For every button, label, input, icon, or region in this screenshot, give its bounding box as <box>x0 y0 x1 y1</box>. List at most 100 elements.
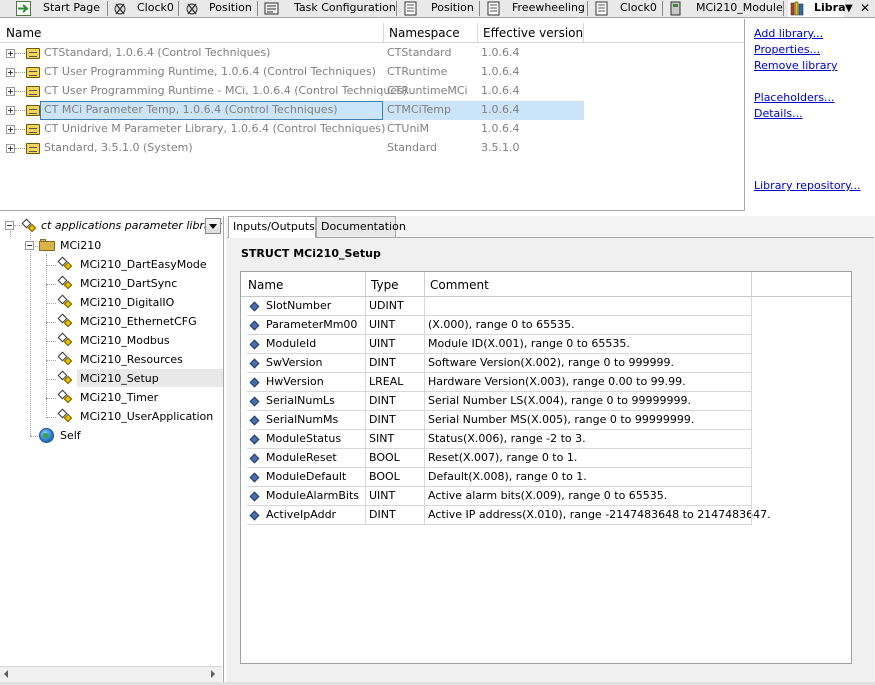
library-icon <box>26 124 40 135</box>
expand-icon[interactable] <box>6 106 15 115</box>
tab-label: Libra <box>814 1 846 14</box>
axis-icon <box>114 3 126 15</box>
library-row[interactable]: CTStandard, 1.0.6.4 (Control Techniques)… <box>0 44 590 63</box>
table-row[interactable]: ParameterMm00 UINT (X.000), range 0 to 6… <box>241 316 752 335</box>
library-name: Standard, 3.5.1.0 (System) <box>44 141 193 154</box>
collapse-icon[interactable] <box>5 221 14 230</box>
tree-folder[interactable]: MCi210 <box>0 237 150 255</box>
column-divider[interactable] <box>383 23 384 43</box>
tab-documentation[interactable]: Documentation <box>316 216 406 237</box>
tab-position[interactable]: Position <box>185 0 261 17</box>
expand-icon[interactable] <box>6 144 15 153</box>
expand-icon[interactable] <box>6 68 15 77</box>
tree-item[interactable]: MCi210_Timer <box>0 389 222 407</box>
library-repository-link[interactable]: Library repository... <box>754 179 861 192</box>
table-row[interactable]: SlotNumber UDINT <box>241 297 752 316</box>
member-comment: Hardware Version(X.003), range 0.00 to 9… <box>428 375 686 388</box>
table-row[interactable]: ModuleStatus SINT Status(X.006), range -… <box>241 430 752 449</box>
column-divider[interactable] <box>751 272 752 297</box>
close-icon[interactable]: ✕ <box>860 1 870 15</box>
tree-item-label: MCi210_Timer <box>80 391 159 404</box>
library-namespace: Standard <box>387 141 438 154</box>
library-version: 1.0.6.4 <box>481 65 520 78</box>
table-row[interactable]: SerialNumLs DINT Serial Number LS(X.004)… <box>241 392 752 411</box>
tree-item[interactable]: MCi210_Modbus <box>0 332 222 350</box>
member-type: BOOL <box>369 470 400 483</box>
tree-item[interactable]: MCi210_DartEasyMode <box>0 256 222 274</box>
library-namespace: CTStandard <box>387 46 452 59</box>
table-row[interactable]: ModuleDefault BOOL Default(X.008), range… <box>241 468 752 487</box>
library-row[interactable]: CT Unidrive M Parameter Library, 1.0.6.4… <box>0 120 590 139</box>
collapse-icon[interactable] <box>25 241 34 250</box>
library-name: CTStandard, 1.0.6.4 (Control Techniques) <box>44 46 271 59</box>
tab-freewheeling[interactable]: Freewheeling <box>486 0 586 17</box>
tab-library-manager[interactable]: Libra <box>788 0 846 17</box>
table-row[interactable]: ActiveIpAddr DINT Active IP address(X.01… <box>241 506 771 525</box>
table-row[interactable]: SerialNumMs DINT Serial Number MS(X.005)… <box>241 411 752 430</box>
table-row[interactable]: ModuleId UINT Module ID(X.001), range 0 … <box>241 335 752 354</box>
expand-icon[interactable] <box>6 49 15 58</box>
library-list-pane: Name Namespace Effective version CTStand… <box>0 19 745 211</box>
member-comment: (X.000), range 0 to 65535. <box>428 318 575 331</box>
tab-clock0[interactable]: Clock0 <box>113 0 183 17</box>
member-type: DINT <box>369 394 396 407</box>
tree-root[interactable]: ct applications parameter library <box>0 217 222 235</box>
table-row[interactable]: ModuleAlarmBits UINT Active alarm bits(X… <box>241 487 752 506</box>
library-row[interactable]: Standard, 3.5.1.0 (System) Standard 3.5.… <box>0 139 590 158</box>
tab-inputs-outputs[interactable]: Inputs/Outputs <box>228 216 316 238</box>
library-table-header: Name Namespace Effective version <box>0 23 744 43</box>
table-row[interactable]: SwVersion DINT Software Version(X.002), … <box>241 354 752 373</box>
tab-clock0-2[interactable]: Clock0 <box>594 0 660 17</box>
library-row[interactable]: CT User Programming Runtime - MCi, 1.0.6… <box>0 82 590 101</box>
struct-icon <box>57 313 73 328</box>
column-header-name[interactable]: Name <box>6 26 41 40</box>
tab-separator <box>178 1 179 16</box>
tree-dropdown-button[interactable] <box>205 218 221 234</box>
tree-item[interactable]: MCi210_DigitalIO <box>0 294 222 312</box>
tab-label: Clock0 <box>620 1 657 14</box>
scroll-left-icon[interactable] <box>4 670 8 678</box>
column-header-namespace[interactable]: Namespace <box>389 26 460 40</box>
remove-library-link[interactable]: Remove library <box>754 59 838 72</box>
column-divider[interactable] <box>365 272 366 297</box>
variable-icon <box>249 434 260 445</box>
library-row-selected[interactable]: CT MCi Parameter Temp, 1.0.6.4 (Control … <box>0 101 590 120</box>
tab-position-2[interactable]: Position <box>403 0 479 17</box>
library-icon <box>26 105 40 116</box>
tree-item[interactable]: MCi210_Resources <box>0 351 222 369</box>
library-name: CT User Programming Runtime - MCi, 1.0.6… <box>44 84 408 97</box>
tree-item[interactable]: MCi210_DartSync <box>0 275 222 293</box>
table-row[interactable]: ModuleReset BOOL Reset(X.007), range 0 t… <box>241 449 752 468</box>
table-row[interactable]: HwVersion LREAL Hardware Version(X.003),… <box>241 373 752 392</box>
member-comment: Reset(X.007), range 0 to 1. <box>428 451 578 464</box>
struct-icon <box>57 294 73 309</box>
tree-self[interactable]: Self <box>0 427 150 445</box>
details-link[interactable]: Details... <box>754 107 803 120</box>
library-row[interactable]: CT User Programming Runtime, 1.0.6.4 (Co… <box>0 63 590 82</box>
tree-item[interactable]: MCi210_UserApplication <box>0 408 222 426</box>
member-comment: Status(X.006), range -2 to 3. <box>428 432 586 445</box>
column-header-type[interactable]: Type <box>371 278 399 292</box>
column-header-comment[interactable]: Comment <box>430 278 489 292</box>
column-divider[interactable] <box>477 23 478 43</box>
add-library-link[interactable]: Add library... <box>754 27 823 40</box>
expand-icon[interactable] <box>6 87 15 96</box>
tab-list-dropdown-icon[interactable]: ▼ <box>845 2 853 16</box>
placeholders-link[interactable]: Placeholders... <box>754 91 835 104</box>
horizontal-scrollbar[interactable] <box>0 666 222 682</box>
expand-icon[interactable] <box>6 125 15 134</box>
scroll-right-icon[interactable] <box>211 670 215 678</box>
column-header-name[interactable]: Name <box>248 278 283 292</box>
tab-mci210-module[interactable]: MCi210_Module <box>668 0 783 17</box>
variable-icon <box>249 339 260 350</box>
tab-separator <box>396 1 397 16</box>
tab-task-configuration[interactable]: Task Configuration <box>264 0 396 17</box>
column-divider[interactable] <box>424 272 425 297</box>
tab-start-page[interactable]: Start Page <box>16 0 102 17</box>
member-comment: Software Version(X.002), range 0 to 9999… <box>428 356 675 369</box>
properties-link[interactable]: Properties... <box>754 43 820 56</box>
column-header-version[interactable]: Effective version <box>483 26 583 40</box>
tree-item-selected[interactable]: MCi210_Setup <box>0 370 222 388</box>
column-divider[interactable] <box>583 23 584 43</box>
tree-item[interactable]: MCi210_EthernetCFG <box>0 313 222 331</box>
